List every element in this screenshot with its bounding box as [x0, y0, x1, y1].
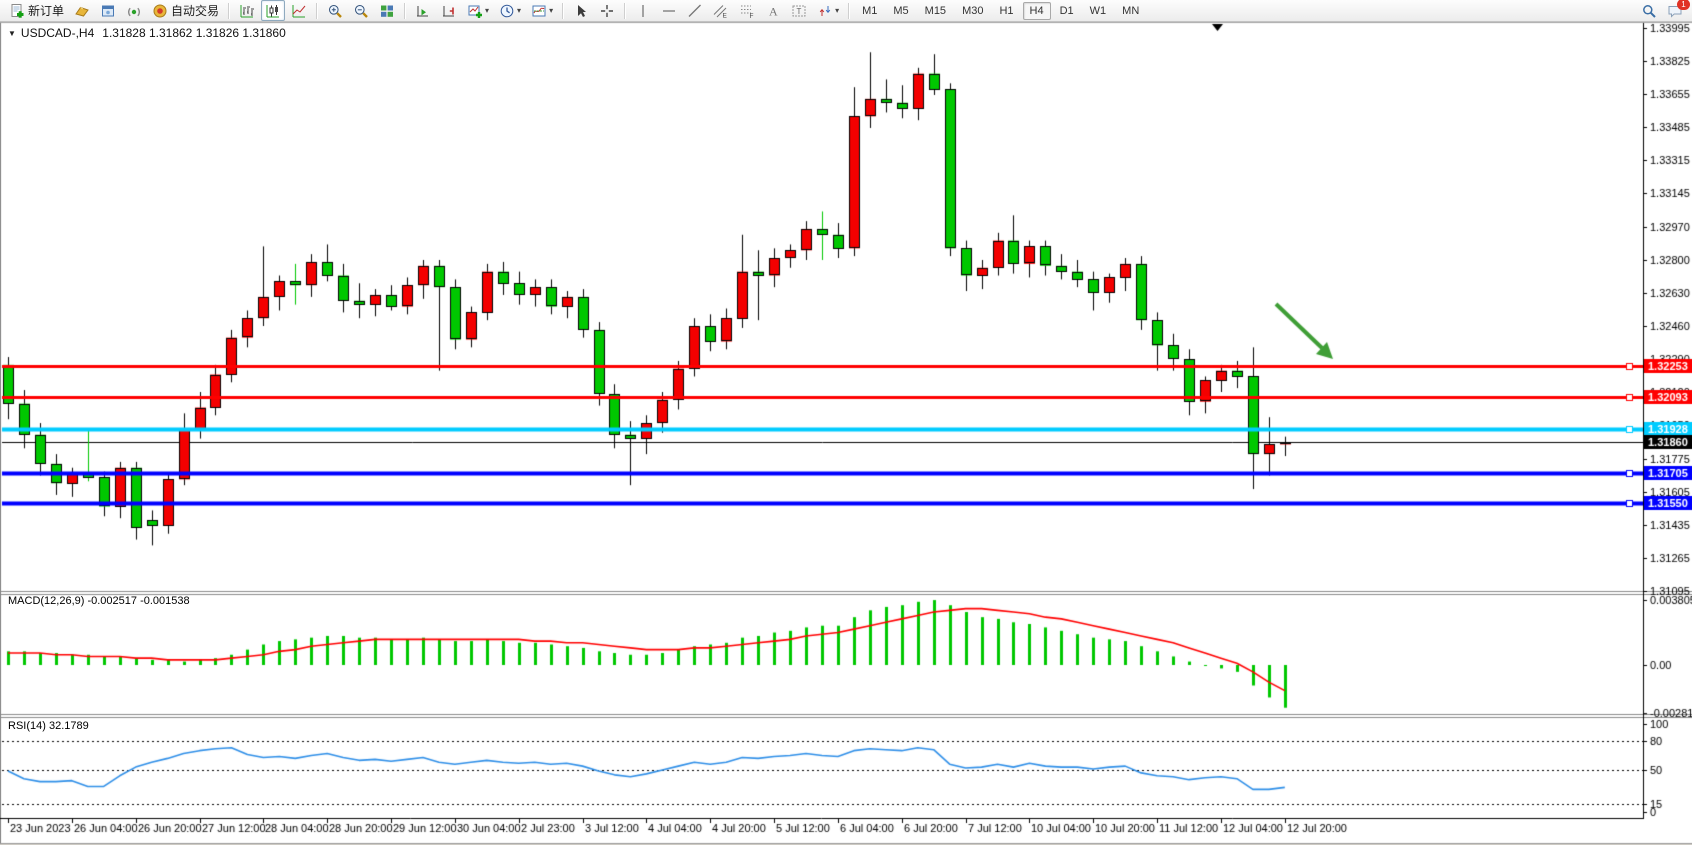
crosshair-icon	[599, 3, 615, 19]
shift-icon	[441, 3, 457, 19]
timeframe-m30-button[interactable]: M30	[955, 2, 990, 20]
gold-bar-icon	[74, 3, 90, 19]
fibonacci-button[interactable]: F	[735, 0, 759, 21]
toolbar-left-group: 新订单 自动交易 ▾ ▾ ▾ E F A T ▾	[4, 0, 854, 22]
new-order-button[interactable]: 新订单	[5, 0, 68, 21]
search-button[interactable]	[1637, 0, 1661, 21]
chevron-down-icon[interactable]: ▾	[485, 6, 489, 15]
zoom-out-icon	[353, 3, 369, 19]
svg-text:T: T	[797, 7, 802, 16]
svg-text:E: E	[723, 12, 728, 19]
main-toolbar: 新订单 自动交易 ▾ ▾ ▾ E F A T ▾ M1M5M15M30H1H4D1W1MN 1	[0, 0, 1692, 22]
hline-icon	[661, 3, 677, 19]
arrow-obj-icon	[817, 3, 833, 19]
timeframe-mn-button[interactable]: MN	[1115, 2, 1146, 20]
cursor-button[interactable]	[569, 0, 593, 21]
tiles-icon	[379, 3, 395, 19]
templates-button[interactable]: ▾	[527, 0, 557, 21]
vertical-line-button[interactable]	[631, 0, 655, 21]
chart-shift-button[interactable]	[437, 0, 461, 21]
chevron-down-icon[interactable]: ▾	[517, 6, 521, 15]
toolbar-right-group: 1	[1636, 0, 1688, 21]
timeframe-m5-button[interactable]: M5	[886, 2, 915, 20]
auto-trading-label: 自动交易	[171, 2, 219, 19]
chevron-down-icon[interactable]: ▾	[549, 6, 553, 15]
candlestick-chart-button[interactable]	[261, 0, 285, 21]
timeframe-h4-button[interactable]: H4	[1023, 2, 1051, 20]
toolbar-separator	[228, 3, 230, 19]
signals-button[interactable]	[122, 0, 146, 21]
text-label-button[interactable]: T	[787, 0, 811, 21]
timeframe-w1-button[interactable]: W1	[1083, 2, 1114, 20]
timeframe-m15-button[interactable]: M15	[918, 2, 953, 20]
signal-icon	[126, 3, 142, 19]
template-icon	[531, 3, 547, 19]
equidistant-channel-button[interactable]: E	[709, 0, 733, 21]
toolbar-separator	[404, 3, 406, 19]
rsi-indicator-label: RSI(14) 32.1789	[8, 720, 89, 732]
line-icon	[291, 3, 307, 19]
trading-terminal-window: 新订单 自动交易 ▾ ▾ ▾ E F A T ▾ M1M5M15M30H1H4D1W1MN 1 ▼…	[0, 0, 1692, 845]
toolbar-separator	[316, 3, 318, 19]
tile-windows-button[interactable]	[375, 0, 399, 21]
toolbar-separator	[562, 3, 564, 19]
timeframe-d1-button[interactable]: D1	[1053, 2, 1081, 20]
toolbar-separator	[624, 3, 626, 19]
timeframe-h1-button[interactable]: H1	[992, 2, 1020, 20]
autotrade-icon	[152, 3, 168, 19]
clock-icon	[499, 3, 515, 19]
svg-text:F: F	[750, 13, 754, 19]
timeframe-m1-button[interactable]: M1	[855, 2, 884, 20]
cursor-icon	[573, 3, 589, 19]
one-click-trading-toggle-icon[interactable]: ▼	[8, 29, 16, 38]
macd-indicator-label: MACD(12,26,9) -0.002517 -0.001538	[8, 595, 190, 607]
arrows-button[interactable]: ▾	[813, 0, 843, 21]
new-chart-button[interactable]: ▾	[463, 0, 493, 21]
ohlc-values: 1.31828 1.31862 1.31826 1.31860	[102, 26, 286, 40]
notification-badge: 1	[1677, 0, 1690, 10]
symbol-period-label: USDCAD-,H4	[21, 26, 94, 40]
chart-title: ▼ USDCAD-,H4 1.31828 1.31862 1.31826 1.318…	[8, 26, 286, 40]
chevron-down-icon[interactable]: ▾	[835, 6, 839, 15]
zoom-in-icon	[327, 3, 343, 19]
line-chart-button[interactable]	[287, 0, 311, 21]
auto-trading-button[interactable]: 自动交易	[148, 0, 223, 21]
zoom-in-button[interactable]	[323, 0, 347, 21]
data-window-button[interactable]	[96, 0, 120, 21]
labelT-icon: T	[791, 3, 807, 19]
fibo-icon: F	[739, 3, 755, 19]
price-chart-canvas[interactable]	[0, 0, 1692, 845]
market-watch-button[interactable]	[70, 0, 94, 21]
zoom-out-button[interactable]	[349, 0, 373, 21]
svg-text:A: A	[769, 4, 778, 18]
text-button[interactable]: A	[761, 0, 785, 21]
toolbar-separator	[848, 3, 850, 19]
trendline-button[interactable]	[683, 0, 707, 21]
periods-button[interactable]: ▾	[495, 0, 525, 21]
bar-chart-button[interactable]	[235, 0, 259, 21]
candles-icon	[265, 3, 281, 19]
vline-icon	[635, 3, 651, 19]
notifications-button[interactable]: 1	[1663, 0, 1687, 21]
window-icon	[100, 3, 116, 19]
bars-icon	[239, 3, 255, 19]
trend-icon	[687, 3, 703, 19]
autoscroll-icon	[415, 3, 431, 19]
doc-plus-icon	[9, 3, 25, 19]
chart-plus-icon	[467, 3, 483, 19]
new-order-label: 新订单	[28, 2, 64, 19]
horizontal-line-button[interactable]	[657, 0, 681, 21]
crosshair-button[interactable]	[595, 0, 619, 21]
timeframe-group: M1M5M15M30H1H4D1W1MN	[854, 0, 1147, 22]
search-icon	[1641, 3, 1657, 19]
textA-icon: A	[765, 3, 781, 19]
channel-icon: E	[713, 3, 729, 19]
auto-scroll-button[interactable]	[411, 0, 435, 21]
